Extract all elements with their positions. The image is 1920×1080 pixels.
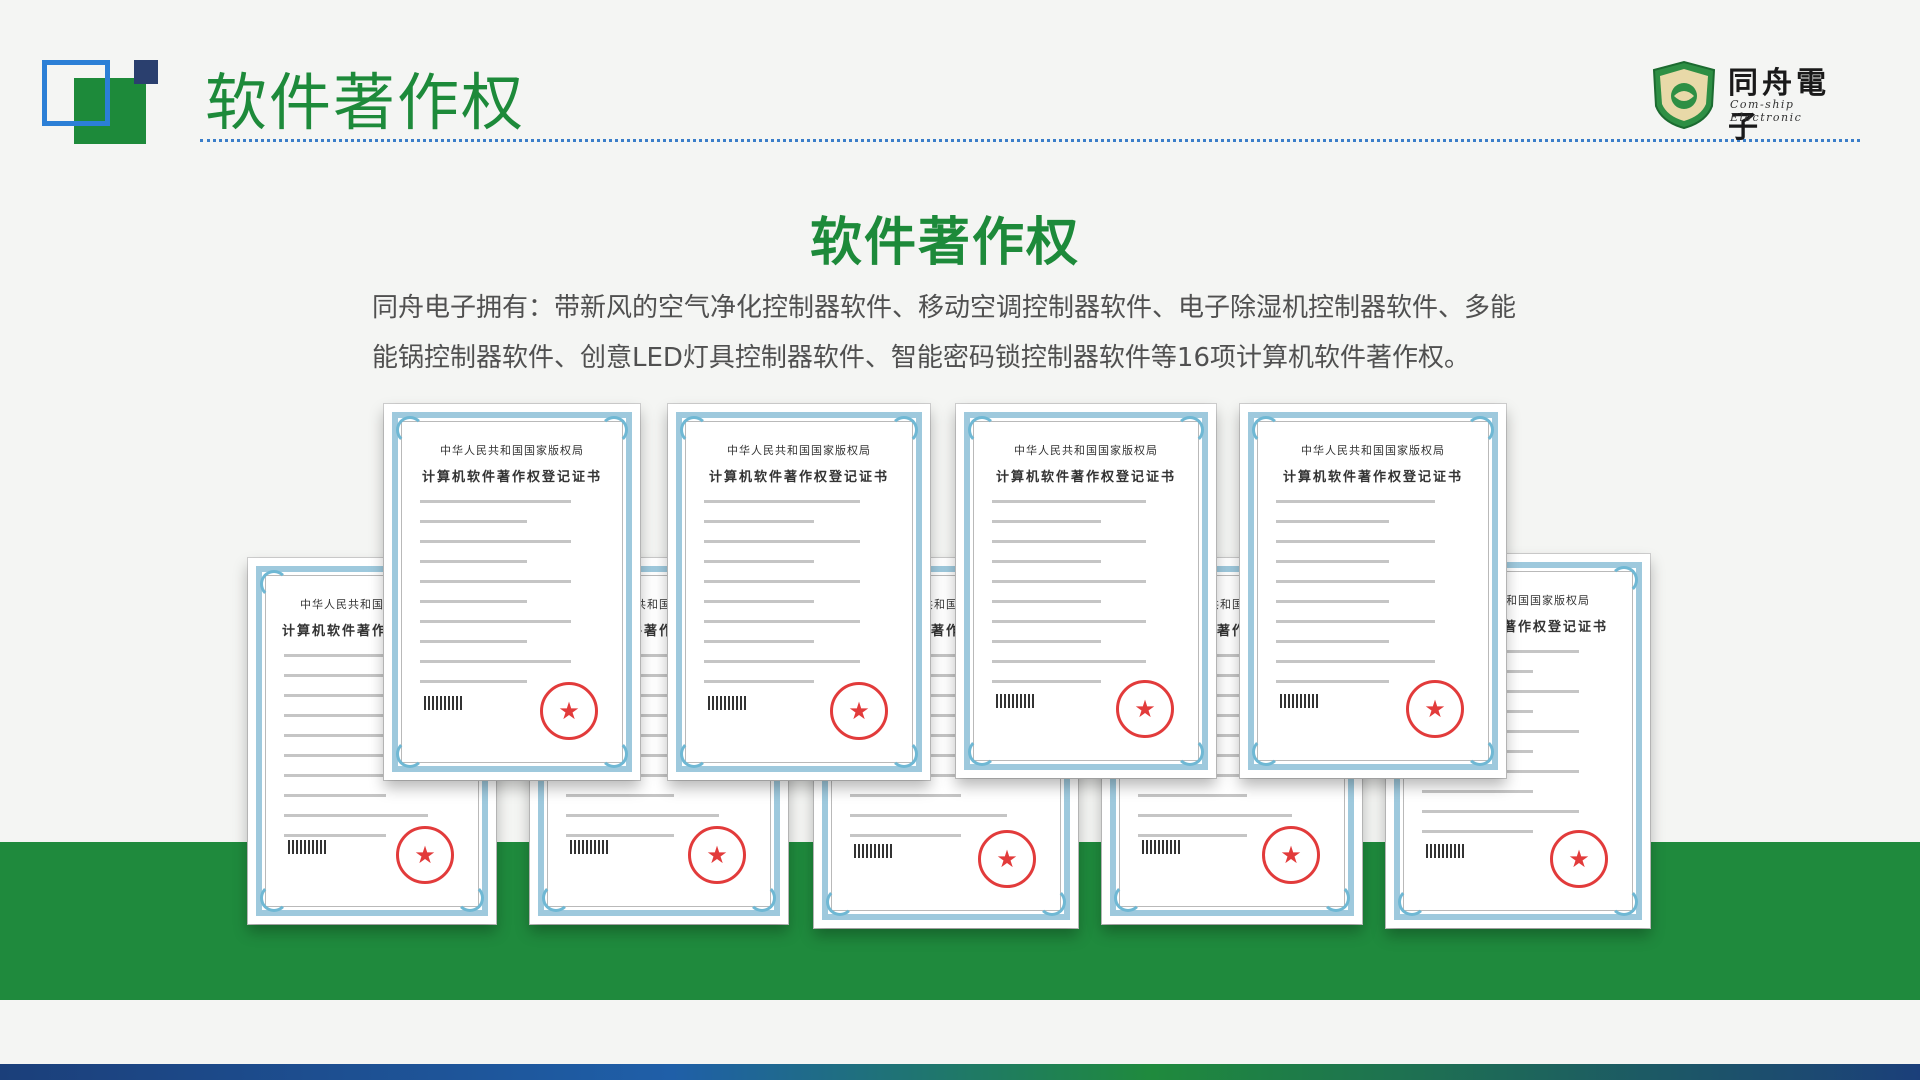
brand-emblem-icon <box>1652 60 1716 130</box>
red-seal-icon: ★ <box>1262 826 1320 884</box>
certificate-title: 计算机软件著作权登记证书 <box>421 470 602 485</box>
red-seal-icon: ★ <box>1406 680 1464 738</box>
red-seal-icon: ★ <box>396 826 454 884</box>
certificate-image: 中华人民共和国国家版权局 计算机软件著作权登记证书 ★ <box>1240 404 1506 778</box>
bottom-strip <box>0 1064 1920 1080</box>
certificate-title: 计算机软件著作权登记证书 <box>708 470 889 485</box>
brand-logo: 同舟電子 Com-ship Electronic <box>1640 52 1860 145</box>
certificate-image: 中华人民共和国国家版权局 计算机软件著作权登记证书 ★ <box>668 404 930 780</box>
logo-navy-square <box>134 60 158 84</box>
certificate-issuer: 中华人民共和国国家版权局 <box>1301 444 1445 457</box>
section-heading: 软件著作权 <box>809 213 1080 273</box>
red-seal-icon: ★ <box>1550 830 1608 888</box>
red-seal-icon: ★ <box>1116 680 1174 738</box>
logo-blue-outline-square <box>42 60 110 126</box>
certificate-title: 计算机软件著作权登记证书 <box>995 470 1176 485</box>
certificate-issuer: 中华人民共和国国家版权局 <box>440 444 584 457</box>
certificate-issuer: 中华人民共和国国家版权局 <box>1014 444 1158 457</box>
description-text: 同舟电子拥有：带新风的空气净化控制器软件、移动空调控制器软件、电子除湿机控制器软… <box>372 293 1517 373</box>
red-seal-icon: ★ <box>830 682 888 740</box>
certificate-image: 中华人民共和国国家版权局 计算机软件著作权登记证书 ★ <box>956 404 1216 778</box>
title-divider <box>200 139 1860 142</box>
red-seal-icon: ★ <box>540 682 598 740</box>
page-title: 软件著作权 <box>205 66 526 139</box>
certificate-issuer: 中华人民共和国国家版权局 <box>727 444 871 457</box>
corner-logo <box>40 58 160 148</box>
red-seal-icon: ★ <box>688 826 746 884</box>
certificate-image: 中华人民共和国国家版权局 计算机软件著作权登记证书 ★ <box>384 404 640 780</box>
red-seal-icon: ★ <box>978 830 1036 888</box>
brand-name-en: Com-ship Electronic <box>1730 98 1803 124</box>
certificate-title: 计算机软件著作权登记证书 <box>1282 470 1463 485</box>
